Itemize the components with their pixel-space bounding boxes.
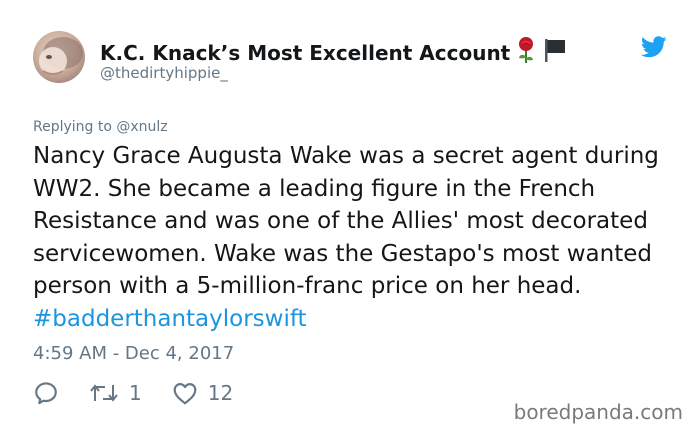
hashtag-link[interactable]: #badderthantaylorswift [33, 306, 307, 332]
display-name-text: K.C. Knack’s Most Excellent Account [100, 40, 511, 65]
rose-emoji [516, 36, 536, 69]
avatar[interactable] [33, 31, 85, 83]
tweet-timestamp[interactable]: 4:59 AM - Dec 4, 2017 [33, 343, 234, 364]
retweet-count: 1 [129, 381, 142, 405]
tweet-text: Nancy Grace Augusta Wake was a secret ag… [33, 140, 683, 336]
reply-button[interactable] [33, 380, 59, 406]
retweet-button[interactable]: 1 [89, 381, 142, 405]
tweet-actions: 1 12 [33, 380, 263, 406]
like-count: 12 [207, 381, 234, 405]
handle[interactable]: @thedirtyhippie_ [100, 64, 228, 82]
heart-icon [172, 381, 198, 405]
like-button[interactable]: 12 [172, 381, 233, 405]
tweet-body: Nancy Grace Augusta Wake was a secret ag… [33, 143, 659, 300]
retweet-icon [89, 381, 119, 405]
black-flag-emoji [542, 37, 568, 68]
reply-icon [33, 380, 59, 406]
watermark: boredpanda.com [513, 400, 683, 424]
replying-to-label[interactable]: Replying to @xnulz [33, 119, 168, 135]
twitter-bird-icon[interactable] [640, 36, 667, 58]
